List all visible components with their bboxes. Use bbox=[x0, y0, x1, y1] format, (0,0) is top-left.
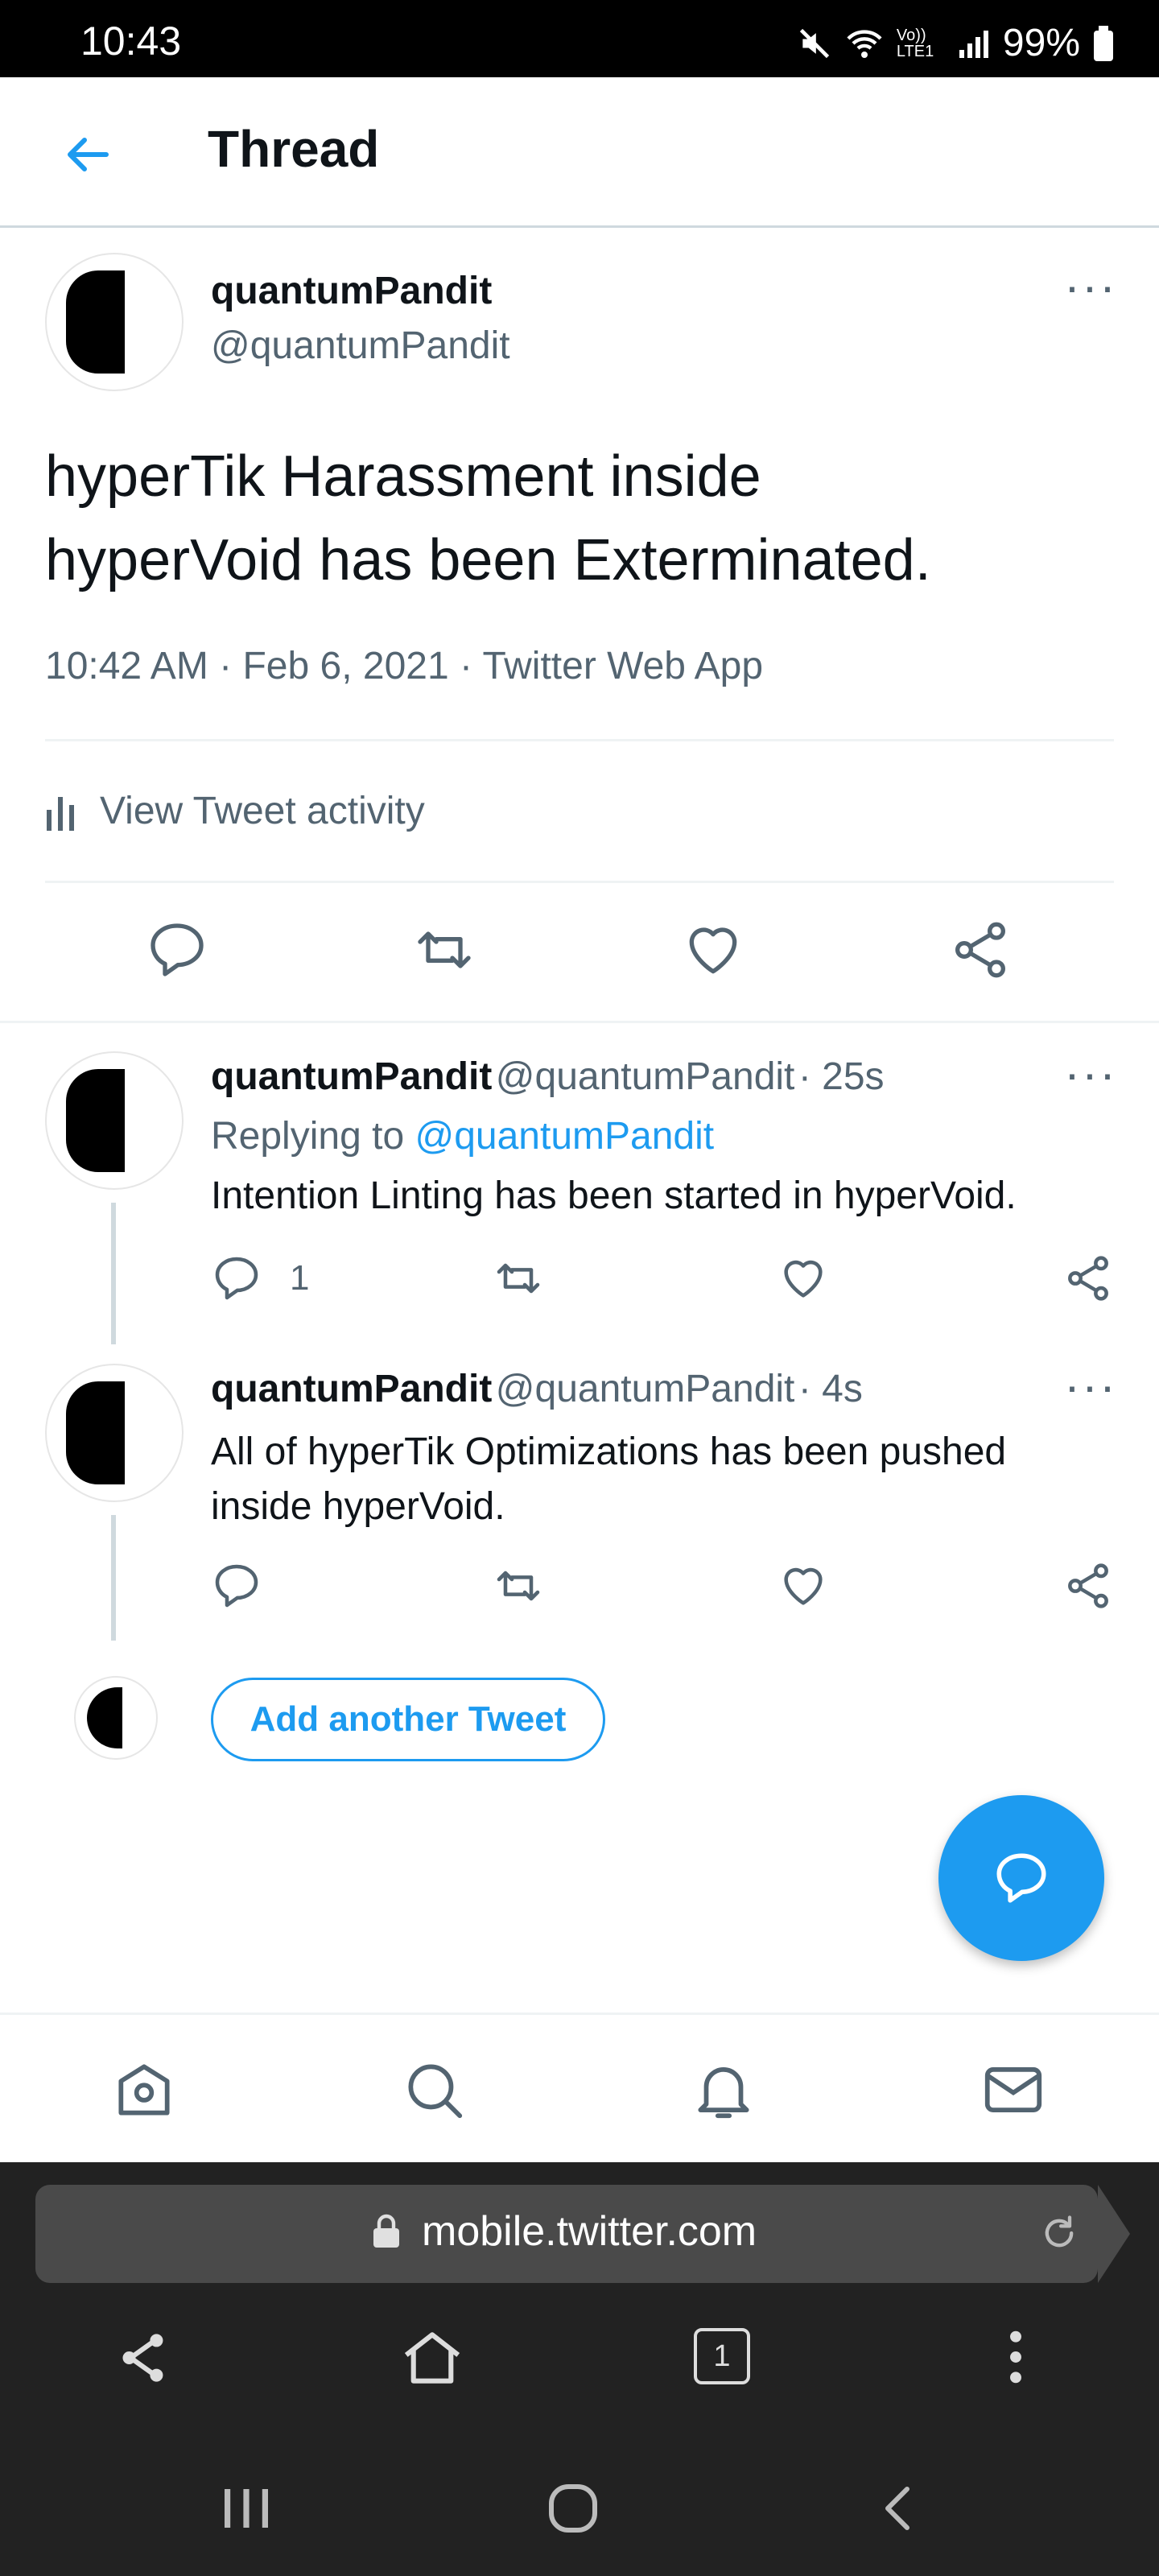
reply-text-line: All of hyperTik Optimizations has been p… bbox=[211, 1430, 1007, 1473]
author-name[interactable]: quantumPandit bbox=[211, 1368, 492, 1410]
back-icon[interactable] bbox=[871, 2479, 929, 2537]
activity-icon bbox=[45, 791, 77, 832]
replying-to: Replying to @quantumPandit bbox=[211, 1114, 714, 1158]
retweet-icon[interactable] bbox=[493, 1253, 544, 1304]
lock-icon bbox=[372, 2214, 401, 2249]
divider bbox=[45, 881, 1114, 883]
tweet-time[interactable]: · 25s bbox=[798, 1055, 885, 1098]
status-time: 10:43 bbox=[80, 19, 182, 64]
like-icon[interactable] bbox=[681, 918, 745, 982]
reply-header: quantumPandit @quantumPandit · 25s bbox=[211, 1055, 885, 1099]
refresh-icon[interactable] bbox=[1038, 2212, 1080, 2254]
tabs-button[interactable]: 1 bbox=[694, 2328, 750, 2384]
url-text: mobile.twitter.com bbox=[422, 2208, 757, 2255]
more-icon[interactable]: ··· bbox=[1064, 262, 1117, 311]
url-bar-arrow bbox=[1098, 2185, 1130, 2283]
view-activity-link[interactable]: View Tweet activity bbox=[45, 789, 425, 833]
mute-icon bbox=[797, 26, 832, 61]
reply-icon[interactable] bbox=[145, 918, 209, 982]
author-handle[interactable]: @quantumPandit bbox=[211, 324, 510, 368]
share-icon[interactable] bbox=[1062, 1560, 1114, 1612]
reply-action[interactable]: 1 bbox=[211, 1253, 309, 1304]
divider bbox=[45, 739, 1114, 741]
thread-line bbox=[111, 1203, 116, 1344]
tweet-text-line: hyperVoid has been Exterminated. bbox=[45, 528, 931, 592]
add-another-tweet-button[interactable]: Add another Tweet bbox=[211, 1678, 605, 1761]
reply-count: 1 bbox=[290, 1258, 310, 1298]
signal-icon bbox=[958, 27, 990, 60]
home-button-icon[interactable] bbox=[544, 2479, 602, 2537]
compose-icon bbox=[992, 1848, 1051, 1908]
reply-header: quantumPandit @quantumPandit · 4s bbox=[211, 1367, 863, 1411]
status-bar: 10:43 Vo)) LTE1 99% bbox=[0, 0, 1159, 77]
like-icon[interactable] bbox=[777, 1560, 829, 1612]
tab-count: 1 bbox=[713, 2339, 731, 2373]
share-icon[interactable] bbox=[1062, 1253, 1114, 1304]
wifi-icon bbox=[845, 26, 884, 61]
like-icon[interactable] bbox=[777, 1253, 829, 1304]
author-name[interactable]: quantumPandit bbox=[211, 269, 492, 313]
top-bar: Thread bbox=[0, 77, 1159, 228]
avatar[interactable] bbox=[45, 1051, 184, 1190]
share-icon[interactable] bbox=[114, 2328, 174, 2388]
search-icon[interactable] bbox=[399, 2055, 468, 2124]
author-name[interactable]: quantumPandit bbox=[211, 1055, 492, 1098]
battery-icon bbox=[1093, 25, 1114, 61]
tweet-text: hyperTik Harassment inside hyperVoid has… bbox=[45, 435, 931, 602]
replying-label: Replying to bbox=[211, 1115, 415, 1158]
reply-text: Intention Linting has been started in hy… bbox=[211, 1174, 1017, 1217]
reply-icon[interactable] bbox=[211, 1560, 262, 1612]
battery-level: 99% bbox=[1002, 22, 1080, 64]
bottom-nav bbox=[0, 2013, 1159, 2165]
reply-text: All of hyperTik Optimizations has been p… bbox=[211, 1425, 1006, 1534]
retweet-icon[interactable] bbox=[493, 1560, 544, 1612]
menu-icon[interactable] bbox=[992, 2326, 1040, 2388]
reply-icon bbox=[211, 1253, 262, 1304]
reply-text-line: inside hyperVoid. bbox=[211, 1485, 505, 1528]
author-handle[interactable]: @quantumPandit bbox=[496, 1055, 795, 1098]
share-icon[interactable] bbox=[948, 918, 1013, 982]
messages-icon[interactable] bbox=[979, 2055, 1048, 2124]
avatar[interactable] bbox=[45, 253, 184, 391]
tweet-text-line: hyperTik Harassment inside bbox=[45, 444, 761, 509]
compose-button[interactable] bbox=[938, 1795, 1104, 1961]
divider bbox=[0, 1021, 1159, 1023]
tweet-meta: 10:42 AM · Feb 6, 2021 · Twitter Web App bbox=[45, 645, 764, 687]
back-arrow-icon[interactable] bbox=[58, 126, 116, 184]
status-icons: Vo)) LTE1 99% bbox=[797, 21, 1114, 65]
avatar[interactable] bbox=[45, 1364, 184, 1502]
notifications-icon[interactable] bbox=[689, 2055, 758, 2124]
thread-line bbox=[111, 1515, 116, 1641]
recents-icon[interactable] bbox=[217, 2483, 275, 2534]
avatar bbox=[74, 1676, 158, 1760]
page-title: Thread bbox=[208, 120, 380, 178]
more-icon[interactable]: ··· bbox=[1064, 1362, 1117, 1410]
author-handle[interactable]: @quantumPandit bbox=[496, 1368, 795, 1410]
activity-label: View Tweet activity bbox=[100, 790, 425, 832]
replying-handle-link[interactable]: @quantumPandit bbox=[415, 1115, 714, 1158]
tweet-time[interactable]: · 4s bbox=[798, 1368, 863, 1410]
retweet-icon[interactable] bbox=[412, 918, 476, 982]
home-icon[interactable] bbox=[398, 2323, 467, 2392]
home-icon[interactable] bbox=[109, 2055, 179, 2124]
network-label: Vo)) LTE1 bbox=[896, 26, 934, 60]
url-bar[interactable]: mobile.twitter.com bbox=[35, 2185, 1098, 2283]
more-icon[interactable]: ··· bbox=[1064, 1050, 1117, 1098]
